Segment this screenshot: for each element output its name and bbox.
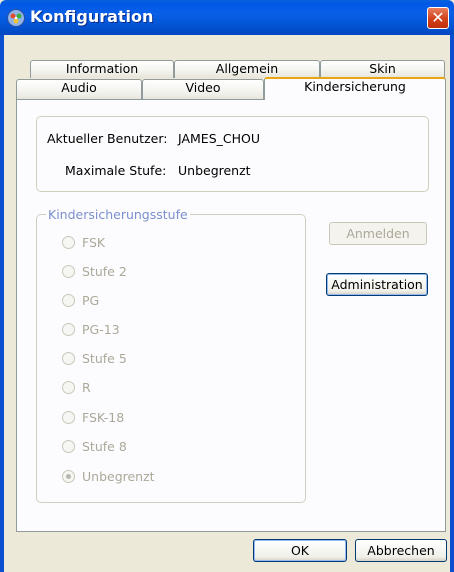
radio-label: Unbegrenzt [82,469,155,484]
tab-label: Audio [61,80,97,95]
parental-level-group [36,214,306,503]
tab-audio[interactable]: Audio [16,79,142,100]
cancel-button[interactable]: Abbrechen [355,539,447,562]
ok-button[interactable]: OK [253,539,347,562]
administration-button[interactable]: Administration [326,273,428,296]
tab-label: Information [65,61,139,76]
close-button[interactable]: ✕ [427,7,449,29]
radio-label: PG-13 [82,322,120,337]
radio-label: PG [82,293,100,308]
radio-button[interactable] [62,381,75,394]
radio-button-selected[interactable] [62,470,75,483]
radio-label: Stufe 2 [82,264,127,279]
radio-button[interactable] [62,440,75,453]
user-info-box [36,116,429,192]
tab-skin[interactable]: Skin [320,60,445,78]
tab-label: Video [185,80,221,95]
radio-selected-dot [66,474,71,479]
login-button[interactable]: Anmelden [329,222,427,245]
tab-video[interactable]: Video [142,79,264,100]
window-frame-right [450,35,454,572]
close-icon: ✕ [431,8,445,27]
tab-kindersicherung[interactable]: Kindersicherung [264,77,446,100]
tab-label: Kindersicherung [304,79,406,94]
radio-button[interactable] [62,323,75,336]
tab-label: Skin [369,61,396,76]
radio-label: Stufe 8 [82,439,127,454]
tab-information[interactable]: Information [30,60,174,78]
parental-level-title: Kindersicherungsstufe [46,207,190,222]
radio-button[interactable] [62,265,75,278]
radio-button[interactable] [62,352,75,365]
max-level-value: Unbegrenzt [178,163,251,178]
radio-label: FSK [82,235,106,250]
radio-button[interactable] [62,294,75,307]
current-user-label: Aktueller Benutzer: [47,131,168,146]
window-title: Konfiguration [30,7,154,26]
tab-allgemein[interactable]: Allgemein [174,60,320,78]
tab-label: Allgemein [215,61,279,76]
app-icon [7,9,25,27]
title-bar: Konfiguration ✕ [0,0,454,35]
radio-label: R [82,380,91,395]
radio-label: Stufe 5 [82,351,127,366]
radio-button[interactable] [62,411,75,424]
max-level-label: Maximale Stufe: [65,163,167,178]
radio-button[interactable] [62,236,75,249]
current-user-value: JAMES_CHOU [178,131,261,146]
window-frame-left [0,35,4,572]
radio-label: FSK-18 [82,410,125,425]
